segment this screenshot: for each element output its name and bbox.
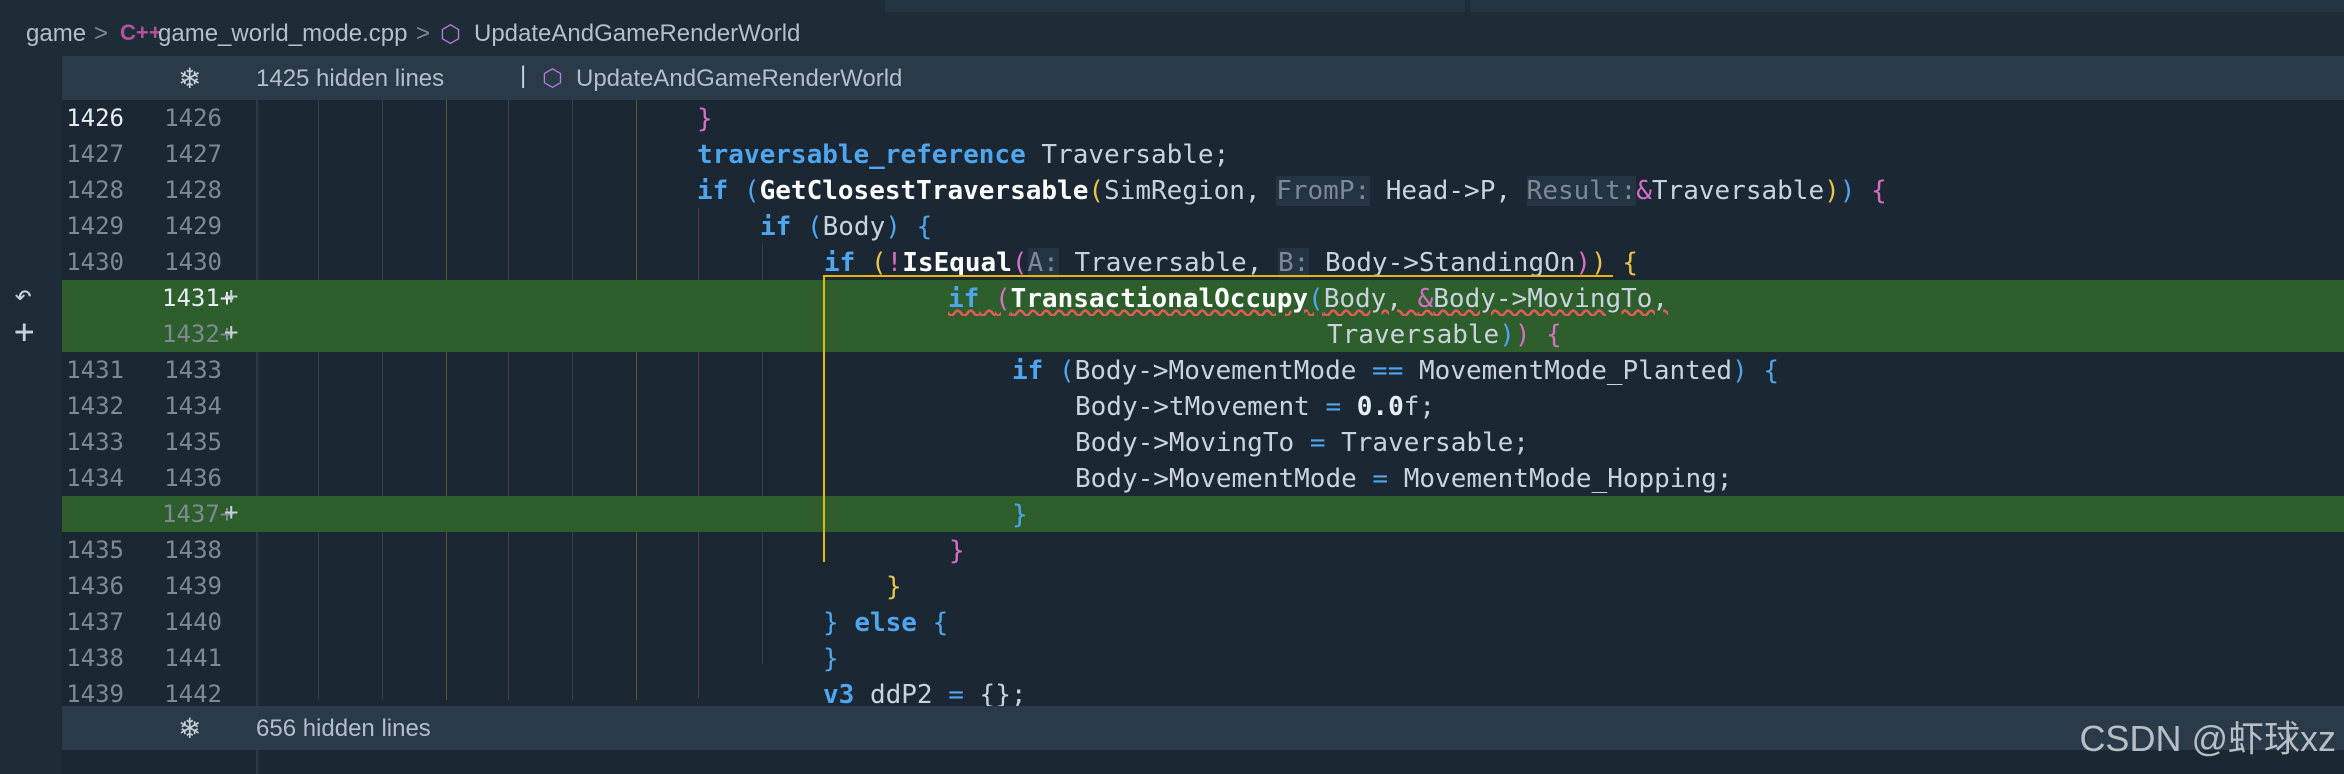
old-line-number: 1428 <box>66 176 124 204</box>
breadcrumb-item-game[interactable]: game <box>26 20 86 48</box>
code-text: if (TransactionalOccupy(Body, &Body->Mov… <box>948 284 1669 314</box>
new-line-number: 1430 <box>164 248 222 276</box>
old-line-number: 1430 <box>66 248 124 276</box>
new-line-number: 1437+ <box>162 500 235 528</box>
bracket-highlight-box <box>823 275 1613 277</box>
code-text: if (Body->MovementMode == MovementMode_P… <box>1012 356 1780 386</box>
code-line[interactable]: 1432 1434 Body->tMovement = 0.0f; <box>62 388 2344 424</box>
code-text: traversable_reference Traversable; <box>697 140 1230 170</box>
cpp-file-icon: C++ <box>120 20 162 45</box>
plus-icon[interactable]: + <box>14 312 34 352</box>
new-line-number: 1434 <box>164 392 222 420</box>
new-line-number: 1429 <box>164 212 222 240</box>
old-line-number: 1432 <box>66 392 124 420</box>
code-text: Body->MovingTo = Traversable; <box>1075 428 1529 458</box>
unfold-icon[interactable]: ❄ <box>178 62 201 95</box>
cursor-caret: | <box>520 62 527 89</box>
new-line-number: 1436 <box>164 464 222 492</box>
old-line-number: 1436 <box>66 572 124 600</box>
old-line-number: 1435 <box>66 536 124 564</box>
code-text: } <box>886 572 902 602</box>
watermark: CSDN @虾球xz <box>2079 718 2336 759</box>
code-text: if (GetClosestTraversable(SimRegion, Fro… <box>697 176 1887 206</box>
tab-strip-segment <box>1470 0 2344 12</box>
code-line[interactable]: 1428 1428 if (GetClosestTraversable(SimR… <box>62 172 2344 208</box>
new-line-number: 1435 <box>164 428 222 456</box>
code-text: } <box>949 536 965 566</box>
code-line[interactable]: 1433 1435 Body->MovingTo = Traversable; <box>62 424 2344 460</box>
diff-gutter <box>0 100 62 774</box>
hidden-lines-fold-top[interactable]: ❄ 1425 hidden lines | ⬡ UpdateAndGameRen… <box>62 56 2344 100</box>
code-line[interactable]: 1435 1438 } <box>62 532 2344 568</box>
old-line-number: 1429 <box>66 212 124 240</box>
old-line-number: 1433 <box>66 428 124 456</box>
old-line-number: 1431 <box>66 356 124 384</box>
code-line[interactable]: 1438 1441 } <box>62 640 2344 676</box>
code-line[interactable]: 1431 1433 if (Body->MovementMode == Move… <box>62 352 2344 388</box>
new-line-number: 1438 <box>164 536 222 564</box>
breadcrumb-item-file[interactable]: game_world_mode.cpp <box>158 20 407 48</box>
new-line-number: 1440 <box>164 608 222 636</box>
code-text: } <box>1012 500 1028 530</box>
code-text: Body->MovementMode = MovementMode_Hoppin… <box>1075 464 1733 494</box>
new-line-number: 1442 <box>164 680 222 708</box>
breadcrumb-separator: > <box>94 20 109 47</box>
added-code-line[interactable]: 1432+ Traversable)) { <box>62 316 2344 352</box>
added-code-line[interactable]: 1431+ if (TransactionalOccupy(Body, &Bod… <box>62 280 2344 316</box>
code-line[interactable]: 1436 1439 } <box>62 568 2344 604</box>
new-line-number: 1428 <box>164 176 222 204</box>
old-line-number: 1426 <box>66 104 124 132</box>
new-line-number: 1441 <box>164 644 222 672</box>
old-line-number: 1438 <box>66 644 124 672</box>
added-code-line[interactable]: 1437+ } <box>62 496 2344 532</box>
breadcrumb-item-symbol[interactable]: UpdateAndGameRenderWorld <box>474 20 800 48</box>
hidden-lines-fold-bottom[interactable]: ❄ 656 hidden lines <box>62 706 2344 750</box>
code-text: } <box>823 644 839 674</box>
code-text: } <box>697 104 713 134</box>
code-text: Traversable)) { <box>1327 320 1562 350</box>
symbol-method-icon: ⬡ <box>440 21 461 48</box>
new-line-number: 1433 <box>164 356 222 384</box>
symbol-method-icon: ⬡ <box>542 65 563 92</box>
new-line-number: 1439 <box>164 572 222 600</box>
bracket-highlight-box <box>823 275 825 562</box>
old-line-number: 1434 <box>66 464 124 492</box>
code-line[interactable]: 1437 1440 } else { <box>62 604 2344 640</box>
code-text: if (!IsEqual(A: Traversable, B: Body->St… <box>824 248 1639 278</box>
new-line-number: 1432+ <box>162 320 235 348</box>
undo-icon[interactable]: ↶ <box>14 278 32 313</box>
code-line[interactable]: 1427 1427 traversable_reference Traversa… <box>62 136 2344 172</box>
fold-symbol-name: UpdateAndGameRenderWorld <box>576 65 903 92</box>
code-text: if (Body) { <box>760 212 933 242</box>
code-line[interactable]: 1426 1426 } <box>62 100 2344 136</box>
added-line-marker: + <box>224 282 239 310</box>
tab-strip-segment <box>885 0 1465 12</box>
new-line-number: 1426 <box>164 104 222 132</box>
hidden-lines-count: 656 hidden lines <box>256 715 431 742</box>
unfold-icon[interactable]: ❄ <box>178 712 201 745</box>
added-line-marker: + <box>224 498 239 526</box>
code-line[interactable]: 1429 1429 if (Body) { <box>62 208 2344 244</box>
new-line-number: 1431+ <box>162 284 235 312</box>
code-text: } else { <box>823 608 949 638</box>
code-line[interactable]: 1434 1436 Body->MovementMode = MovementM… <box>62 460 2344 496</box>
hidden-lines-count: 1425 hidden lines <box>256 65 445 92</box>
old-line-number: 1439 <box>66 680 124 708</box>
added-line-marker: + <box>224 318 239 346</box>
code-text: Body->tMovement = 0.0f; <box>1075 392 1436 422</box>
old-line-number: 1427 <box>66 140 124 168</box>
new-line-number: 1427 <box>164 140 222 168</box>
breadcrumb-separator: > <box>416 20 431 47</box>
old-line-number: 1437 <box>66 608 124 636</box>
